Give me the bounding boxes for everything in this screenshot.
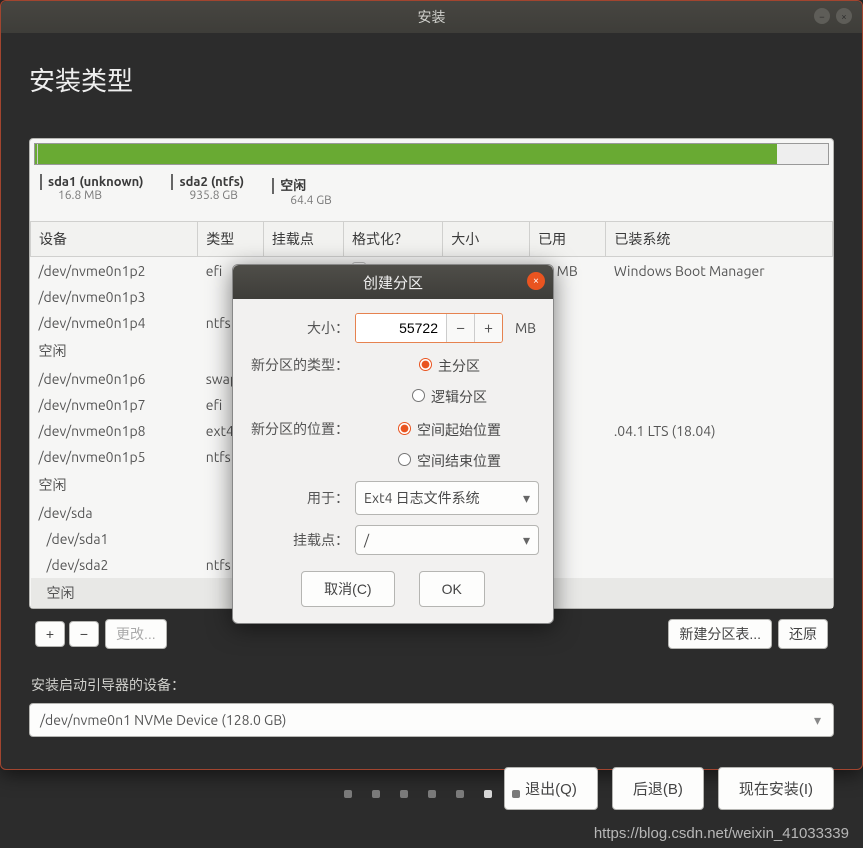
back-button[interactable]: 后退(B) (612, 767, 704, 810)
col-device[interactable]: 设备 (31, 222, 198, 257)
boot-device-label: 安装启动引导器的设备： (31, 675, 834, 695)
dialog-body: 大小： − + MB 新分区的类型： 主分区 逻辑分区 新分区的位置： 空间起始… (233, 299, 553, 623)
type-label: 新分区的类型： (247, 353, 355, 375)
partition-usage-bar (34, 143, 829, 165)
swatch-icon (40, 174, 42, 190)
col-system[interactable]: 已装系统 (606, 222, 833, 257)
swatch-icon (272, 178, 274, 194)
decrease-icon[interactable]: − (446, 314, 474, 342)
change-button[interactable]: 更改... (105, 619, 167, 649)
watermark: https://blog.csdn.net/weixin_41033339 (594, 825, 849, 842)
table-header-row: 设备 类型 挂载点 格式化？ 大小 已用 已装系统 (31, 222, 833, 257)
dialog-title: 创建分区 (363, 272, 423, 293)
window-title: 安装 (418, 7, 446, 27)
mount-point-select[interactable]: / (355, 525, 539, 555)
revert-button[interactable]: 还原 (778, 619, 828, 649)
window-controls: − × (814, 8, 852, 24)
col-used[interactable]: 已用 (530, 222, 606, 257)
step-dot (372, 790, 380, 798)
minimize-icon[interactable]: − (814, 8, 830, 24)
bar-segment-free (777, 144, 828, 164)
bar-segment-sda2 (38, 144, 777, 164)
use-label: 用于： (247, 488, 355, 508)
legend-sda1: sda1 (unknown) 16.8 MB (40, 175, 143, 207)
boot-device-select[interactable]: /dev/nvme0n1 NVMe Device (128.0 GB) (29, 703, 834, 737)
create-partition-dialog: 创建分区 × 大小： − + MB 新分区的类型： 主分区 逻辑分区 新分区的位… (232, 264, 554, 624)
step-dot (512, 790, 520, 798)
size-label: 大小： (247, 318, 355, 338)
col-mount[interactable]: 挂载点 (263, 222, 343, 257)
new-partition-table-button[interactable]: 新建分区表... (668, 619, 772, 649)
size-input[interactable] (356, 314, 446, 342)
step-dot-active (484, 790, 492, 798)
quit-button[interactable]: 退出(Q) (504, 767, 598, 810)
dialog-close-icon[interactable]: × (527, 272, 545, 290)
col-type[interactable]: 类型 (198, 222, 264, 257)
radio-logical[interactable]: 逻辑分区 (407, 386, 487, 407)
legend-sda2: sda2 (ntfs) 935.8 GB (171, 175, 244, 207)
close-icon[interactable]: × (836, 8, 852, 24)
window-titlebar: 安装 − × (1, 1, 862, 33)
size-unit: MB (515, 320, 536, 336)
step-dot (456, 790, 464, 798)
step-dot (344, 790, 352, 798)
swatch-icon (171, 174, 173, 190)
pos-label: 新分区的位置： (247, 417, 355, 439)
install-now-button[interactable]: 现在安装(I) (718, 767, 834, 810)
col-format[interactable]: 格式化？ (344, 222, 443, 257)
footer-buttons: 退出(Q) 后退(B) 现在安装(I) (29, 767, 834, 810)
radio-pos-begin[interactable]: 空间起始位置 (393, 419, 501, 440)
radio-primary[interactable]: 主分区 (414, 355, 480, 376)
remove-partition-button[interactable]: − (69, 621, 99, 647)
partition-legend: sda1 (unknown) 16.8 MB sda2 (ntfs) 935.8… (30, 169, 833, 221)
col-size[interactable]: 大小 (443, 222, 530, 257)
step-indicator (0, 790, 863, 798)
step-dot (428, 790, 436, 798)
mount-label: 挂载点： (247, 530, 355, 550)
page-title: 安装类型 (29, 61, 834, 98)
dialog-titlebar: 创建分区 × (233, 265, 553, 299)
filesystem-select[interactable]: Ext4 日志文件系统 (355, 481, 539, 515)
step-dot (400, 790, 408, 798)
dialog-cancel-button[interactable]: 取消(C) (301, 571, 394, 607)
legend-free: 空闲 64.4 GB (272, 175, 332, 207)
add-partition-button[interactable]: + (35, 621, 65, 647)
dialog-ok-button[interactable]: OK (419, 571, 485, 607)
radio-pos-end[interactable]: 空间结束位置 (393, 450, 501, 471)
increase-icon[interactable]: + (474, 314, 502, 342)
size-spinner: − + (355, 313, 503, 343)
